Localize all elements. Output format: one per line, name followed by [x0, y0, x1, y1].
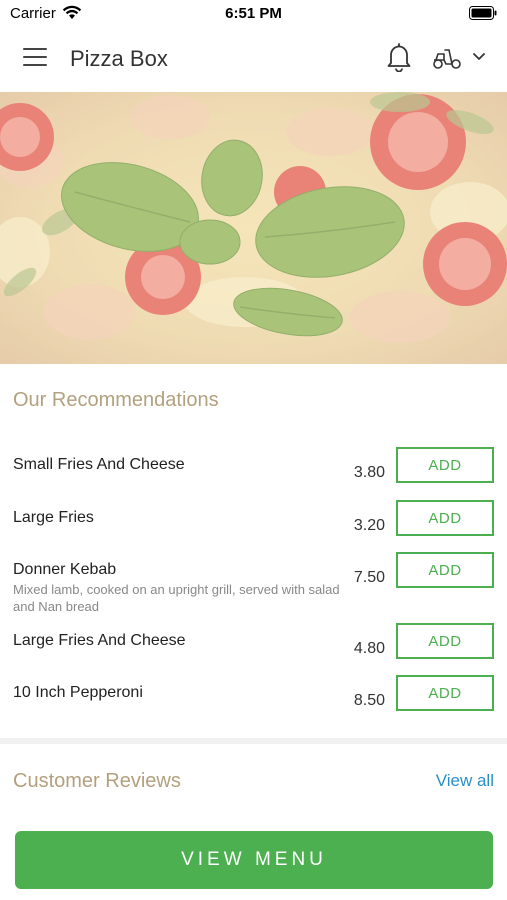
menu-icon[interactable] — [23, 48, 47, 68]
recommendations-title: Our Recommendations — [13, 389, 219, 411]
add-button[interactable]: ADD — [396, 552, 494, 588]
reviews-title: Customer Reviews — [13, 770, 181, 792]
app-title: Pizza Box — [70, 46, 168, 71]
battery-icon — [469, 6, 497, 20]
item-name: Large Fries — [13, 509, 94, 526]
item-price: 3.20 — [353, 517, 385, 534]
view-all-link[interactable]: View all — [436, 771, 494, 791]
status-time: 6:51 PM — [225, 5, 282, 22]
add-button[interactable]: ADD — [396, 500, 494, 536]
add-button[interactable]: ADD — [396, 623, 494, 659]
scooter-icon[interactable] — [432, 46, 462, 70]
item-name: Small Fries And Cheese — [13, 456, 185, 473]
app-header: Pizza Box — [0, 26, 507, 92]
view-menu-button[interactable]: VIEW MENU — [15, 831, 493, 889]
status-bar: Carrier 6:51 PM — [0, 0, 507, 26]
add-button[interactable]: ADD — [396, 675, 494, 711]
item-name: 10 Inch Pepperoni — [13, 684, 143, 701]
item-description: Mixed lamb, cooked on an upright grill, … — [13, 582, 340, 614]
section-divider — [0, 738, 507, 744]
item-price: 3.80 — [353, 464, 385, 481]
item-price: 4.80 — [353, 640, 385, 657]
item-price: 8.50 — [353, 692, 385, 709]
item-price: 7.50 — [353, 569, 385, 586]
add-button[interactable]: ADD — [396, 447, 494, 483]
hero-pizza-image — [0, 92, 507, 364]
chevron-down-icon[interactable] — [472, 52, 486, 62]
item-name: Donner Kebab — [13, 561, 117, 578]
item-name: Large Fries And Cheese — [13, 632, 186, 649]
bell-icon[interactable] — [386, 42, 412, 72]
